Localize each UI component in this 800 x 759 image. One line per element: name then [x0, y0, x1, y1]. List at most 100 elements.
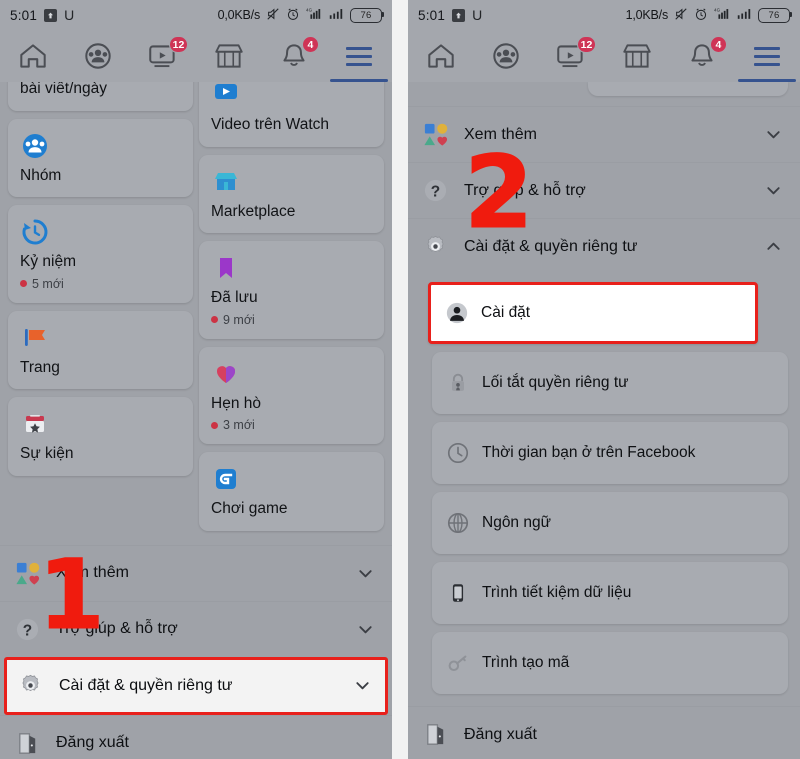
- key-code-generator-icon: [446, 651, 482, 675]
- nav-menu[interactable]: [327, 30, 392, 82]
- subitem-privacy-shortcuts[interactable]: Lối tắt quyền riêng tư: [432, 352, 788, 414]
- profile-settings-icon: [445, 301, 481, 325]
- watch-video-icon: 12: [554, 36, 597, 71]
- grid-right-column: Video trên Watch Marketplace Đã lưu 9 mớ…: [199, 82, 384, 531]
- phone-data-saver-icon: [446, 581, 482, 605]
- nav-marketplace[interactable]: [604, 30, 669, 82]
- subitem-time-on-facebook[interactable]: Thời gian bạn ở trên Facebook: [432, 422, 788, 484]
- nav-marketplace[interactable]: [196, 30, 261, 82]
- signal-4g-icon: 4G: [714, 7, 730, 23]
- row-logout[interactable]: Đăng xuất: [0, 714, 392, 759]
- network-speed-label: 1,0KB/s: [625, 8, 669, 22]
- groups-icon: [20, 131, 183, 161]
- card-label: Nhóm: [20, 166, 62, 184]
- mute-icon: [266, 7, 280, 24]
- events-calendar-icon: [20, 409, 183, 439]
- nav-watch[interactable]: 12: [131, 30, 196, 82]
- grid-left-column: bài viết/ngày Nhóm Kỷ niệm 5 mới Trang S…: [8, 82, 193, 531]
- battery-indicator: 76: [350, 7, 384, 23]
- see-more-shapes-icon: [422, 121, 464, 148]
- menu-hamburger-icon: [754, 46, 781, 66]
- row-see-more[interactable]: Xem thêm: [408, 106, 800, 162]
- row-settings-privacy[interactable]: Cài đặt & quyền riêng tư: [408, 218, 800, 274]
- marketplace-icon: [620, 41, 654, 71]
- card-groups[interactable]: Nhóm: [8, 118, 193, 198]
- saved-bookmark-icon: [211, 253, 374, 283]
- card-sublabel-wrap: 9 mới: [211, 313, 374, 327]
- new-dot-icon: [211, 421, 218, 429]
- see-more-shapes-icon: [14, 560, 56, 587]
- row-label: Đăng xuất: [56, 734, 129, 752]
- subitem-data-saver[interactable]: Trình tiết kiệm dữ liệu: [432, 562, 788, 624]
- card-label: Kỷ niệm: [20, 253, 76, 271]
- subitem-label: Thời gian bạn ở trên Facebook: [482, 444, 696, 461]
- memories-clock-icon: [20, 217, 183, 247]
- right-panel-content[interactable]: Xem thêm ? Trợ giúp & hỗ trợ Cài đặt & q…: [408, 82, 800, 759]
- row-label: Cài đặt & quyền riêng tư: [59, 676, 233, 694]
- nav-friends[interactable]: [65, 30, 130, 82]
- chevron-up-icon[interactable]: [760, 238, 786, 255]
- right-logout-row-wrap: Đăng xuất: [408, 706, 800, 759]
- row-settings-privacy[interactable]: Cài đặt & quyền riêng tư: [4, 656, 388, 715]
- right-phone-screen: 5:01 U 1,0KB/s 4G 76 12 4 Xem thêm ? Trợ…: [408, 0, 800, 759]
- chevron-down-icon[interactable]: [349, 677, 375, 694]
- chevron-down-icon[interactable]: [760, 182, 786, 199]
- nav-watch[interactable]: 12: [539, 30, 604, 82]
- row-label: Đăng xuất: [464, 725, 537, 743]
- row-label: Trợ giúp & hỗ trợ: [464, 181, 586, 199]
- privacy-lock-icon: [446, 371, 482, 395]
- nav-friends[interactable]: [473, 30, 538, 82]
- chevron-down-icon[interactable]: [352, 565, 378, 582]
- mute-icon: [674, 7, 688, 24]
- settings-gear-icon: [422, 233, 464, 260]
- card-watch-video[interactable]: Video trên Watch: [199, 82, 384, 147]
- nav-home[interactable]: [0, 30, 65, 82]
- card-pages[interactable]: Trang: [8, 310, 193, 390]
- friends-icon: [489, 41, 523, 71]
- card-saved[interactable]: Đã lưu 9 mới: [199, 241, 384, 339]
- pages-flag-icon: [20, 323, 183, 353]
- svg-text:4G: 4G: [306, 8, 313, 13]
- subitem-settings[interactable]: Cài đặt: [428, 282, 758, 344]
- chevron-down-icon[interactable]: [760, 126, 786, 143]
- card-sublabel-wrap: 3 mới: [211, 418, 374, 432]
- nav-home[interactable]: [408, 30, 473, 82]
- card-events[interactable]: Sự kiện: [8, 397, 193, 476]
- card-memories[interactable]: Kỷ niệm 5 mới: [8, 205, 193, 303]
- nav-bar-left: 12 4: [0, 30, 392, 82]
- card-dating[interactable]: Hẹn hò 3 mới: [199, 346, 384, 445]
- status-bar-left-group: 5:01 U: [10, 7, 74, 23]
- row-see-more[interactable]: Xem thêm: [0, 544, 392, 601]
- svg-text:?: ?: [431, 183, 440, 200]
- help-question-icon: ?: [422, 177, 464, 204]
- nav-menu[interactable]: [735, 30, 800, 82]
- signal-icon: [736, 7, 752, 23]
- notifications-bell-icon: 4: [277, 36, 319, 71]
- nav-bar-right: 12 4: [408, 30, 800, 82]
- row-logout[interactable]: Đăng xuất: [408, 706, 800, 759]
- card-marketplace[interactable]: Marketplace: [199, 154, 384, 234]
- row-help-support[interactable]: ? Trợ giúp & hỗ trợ: [408, 162, 800, 218]
- subitem-language[interactable]: Ngôn ngữ: [432, 492, 788, 554]
- nav-notifications[interactable]: 4: [261, 30, 326, 82]
- shortcut-card-grid: bài viết/ngày Nhóm Kỷ niệm 5 mới Trang S…: [0, 82, 392, 531]
- chevron-down-icon[interactable]: [352, 621, 378, 638]
- subitem-code-generator[interactable]: Trình tạo mã: [432, 632, 788, 694]
- card-clipped-top[interactable]: [588, 82, 788, 96]
- status-bar-right: 5:01 U 1,0KB/s 4G 76: [408, 0, 800, 30]
- card-gaming[interactable]: Chơi game: [199, 452, 384, 531]
- left-panel-content[interactable]: bài viết/ngày Nhóm Kỷ niệm 5 mới Trang S…: [0, 82, 392, 759]
- network-speed-label: 0,0KB/s: [217, 8, 261, 22]
- card-label: Trang: [20, 358, 60, 376]
- row-help-support[interactable]: ? Trợ giúp & hỗ trợ: [0, 600, 392, 657]
- card-label: Hẹn hò: [211, 394, 261, 412]
- notifications-badge: 4: [709, 36, 727, 53]
- card-sublabel: 9 mới: [223, 312, 255, 327]
- subitem-label: Trình tiết kiệm dữ liệu: [482, 584, 632, 601]
- card-clipped-top[interactable]: bài viết/ngày: [8, 82, 193, 111]
- svg-text:4G: 4G: [714, 8, 721, 13]
- row-label: Trợ giúp & hỗ trợ: [56, 620, 178, 638]
- right-menu-rows: Xem thêm ? Trợ giúp & hỗ trợ Cài đặt & q…: [408, 106, 800, 274]
- marketplace-shop-icon: [211, 167, 374, 197]
- nav-notifications[interactable]: 4: [669, 30, 734, 82]
